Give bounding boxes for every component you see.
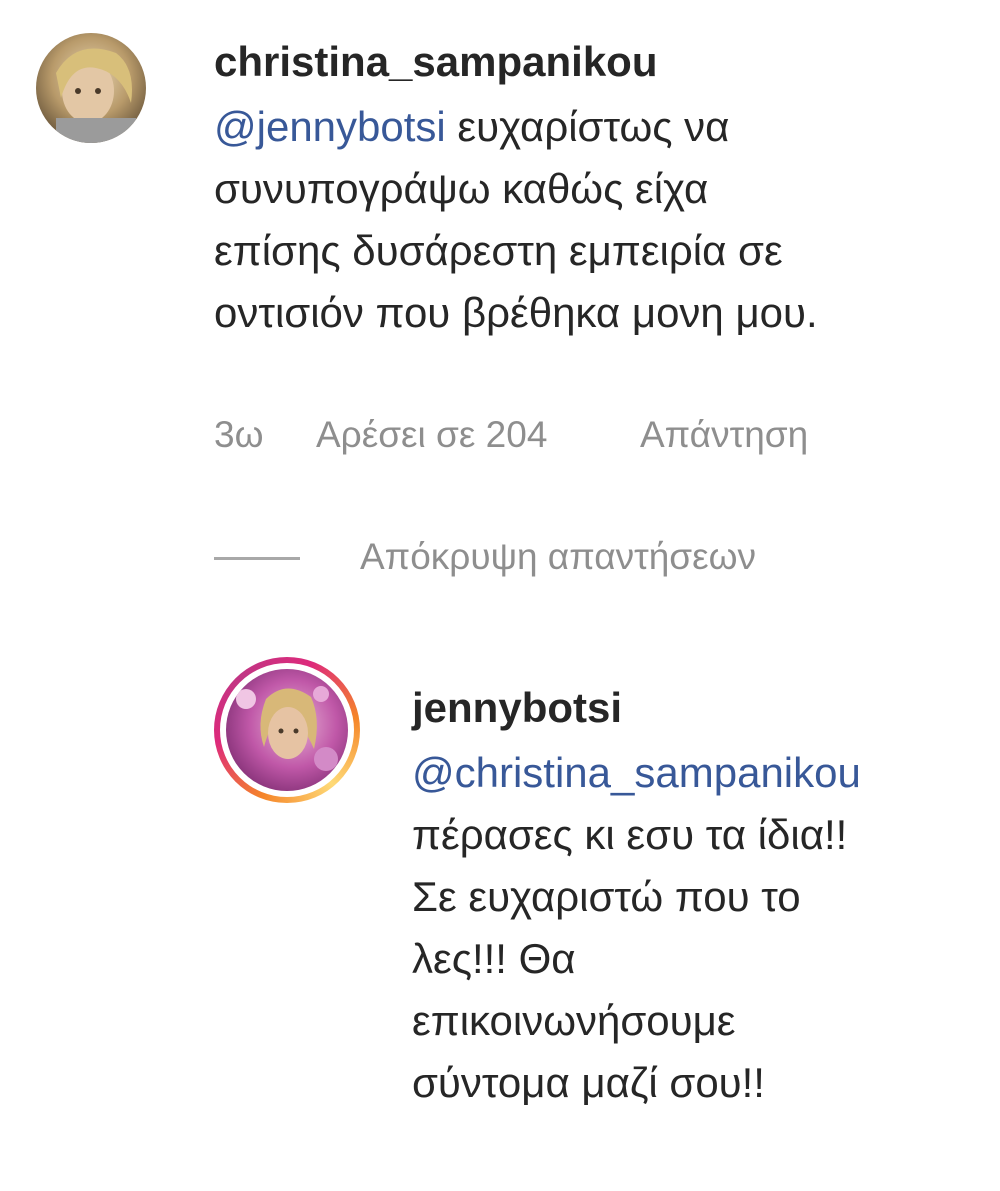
commenter-avatar-image	[36, 33, 146, 143]
comment-text: @jennybotsi ευχαρίστως να συνυπογράψω κα…	[214, 96, 818, 344]
comment-line-3: επίσης δυσάρεστη εμπειρία σε	[214, 227, 783, 274]
comment-likes-count[interactable]: Αρέσει σε 204	[316, 414, 547, 456]
reply-button[interactable]: Απάντηση	[640, 414, 808, 456]
commenter-username[interactable]: christina_sampanikou	[214, 38, 657, 86]
reply-line-2: Σε ευχαριστώ που το	[412, 873, 801, 920]
comment-mention[interactable]: @jennybotsi	[214, 103, 446, 150]
reply-mention[interactable]: @christina_sampanikou	[412, 742, 861, 804]
comment-line-4: οντισιόν που βρέθηκα μονη μου.	[214, 289, 818, 336]
comment-line-1: @jennybotsi ευχαρίστως να	[214, 103, 730, 150]
commenter-avatar[interactable]	[36, 33, 146, 143]
reply-line-3: λες!!! Θα	[412, 935, 576, 982]
reply-line-1: πέρασες κι εσυ τα ίδια!!	[412, 811, 848, 858]
replies-divider	[214, 557, 300, 560]
replier-username[interactable]: jennybotsi	[412, 684, 622, 732]
replier-avatar[interactable]	[226, 669, 348, 791]
comment-timestamp[interactable]: 3ω	[214, 414, 263, 456]
reply-line-5: σύντομα μαζί σου!!	[412, 1059, 765, 1106]
replier-avatar-image	[226, 669, 348, 791]
comment-line-2: συνυπογράψω καθώς είχα	[214, 165, 709, 212]
reply-line-4: επικοινωνήσουμε	[412, 997, 736, 1044]
reply-text: @christina_sampanikou πέρασες κι εσυ τα …	[412, 742, 861, 1114]
hide-replies-button[interactable]: Απόκρυψη απαντήσεων	[360, 536, 756, 578]
replier-story-ring[interactable]	[214, 657, 360, 803]
